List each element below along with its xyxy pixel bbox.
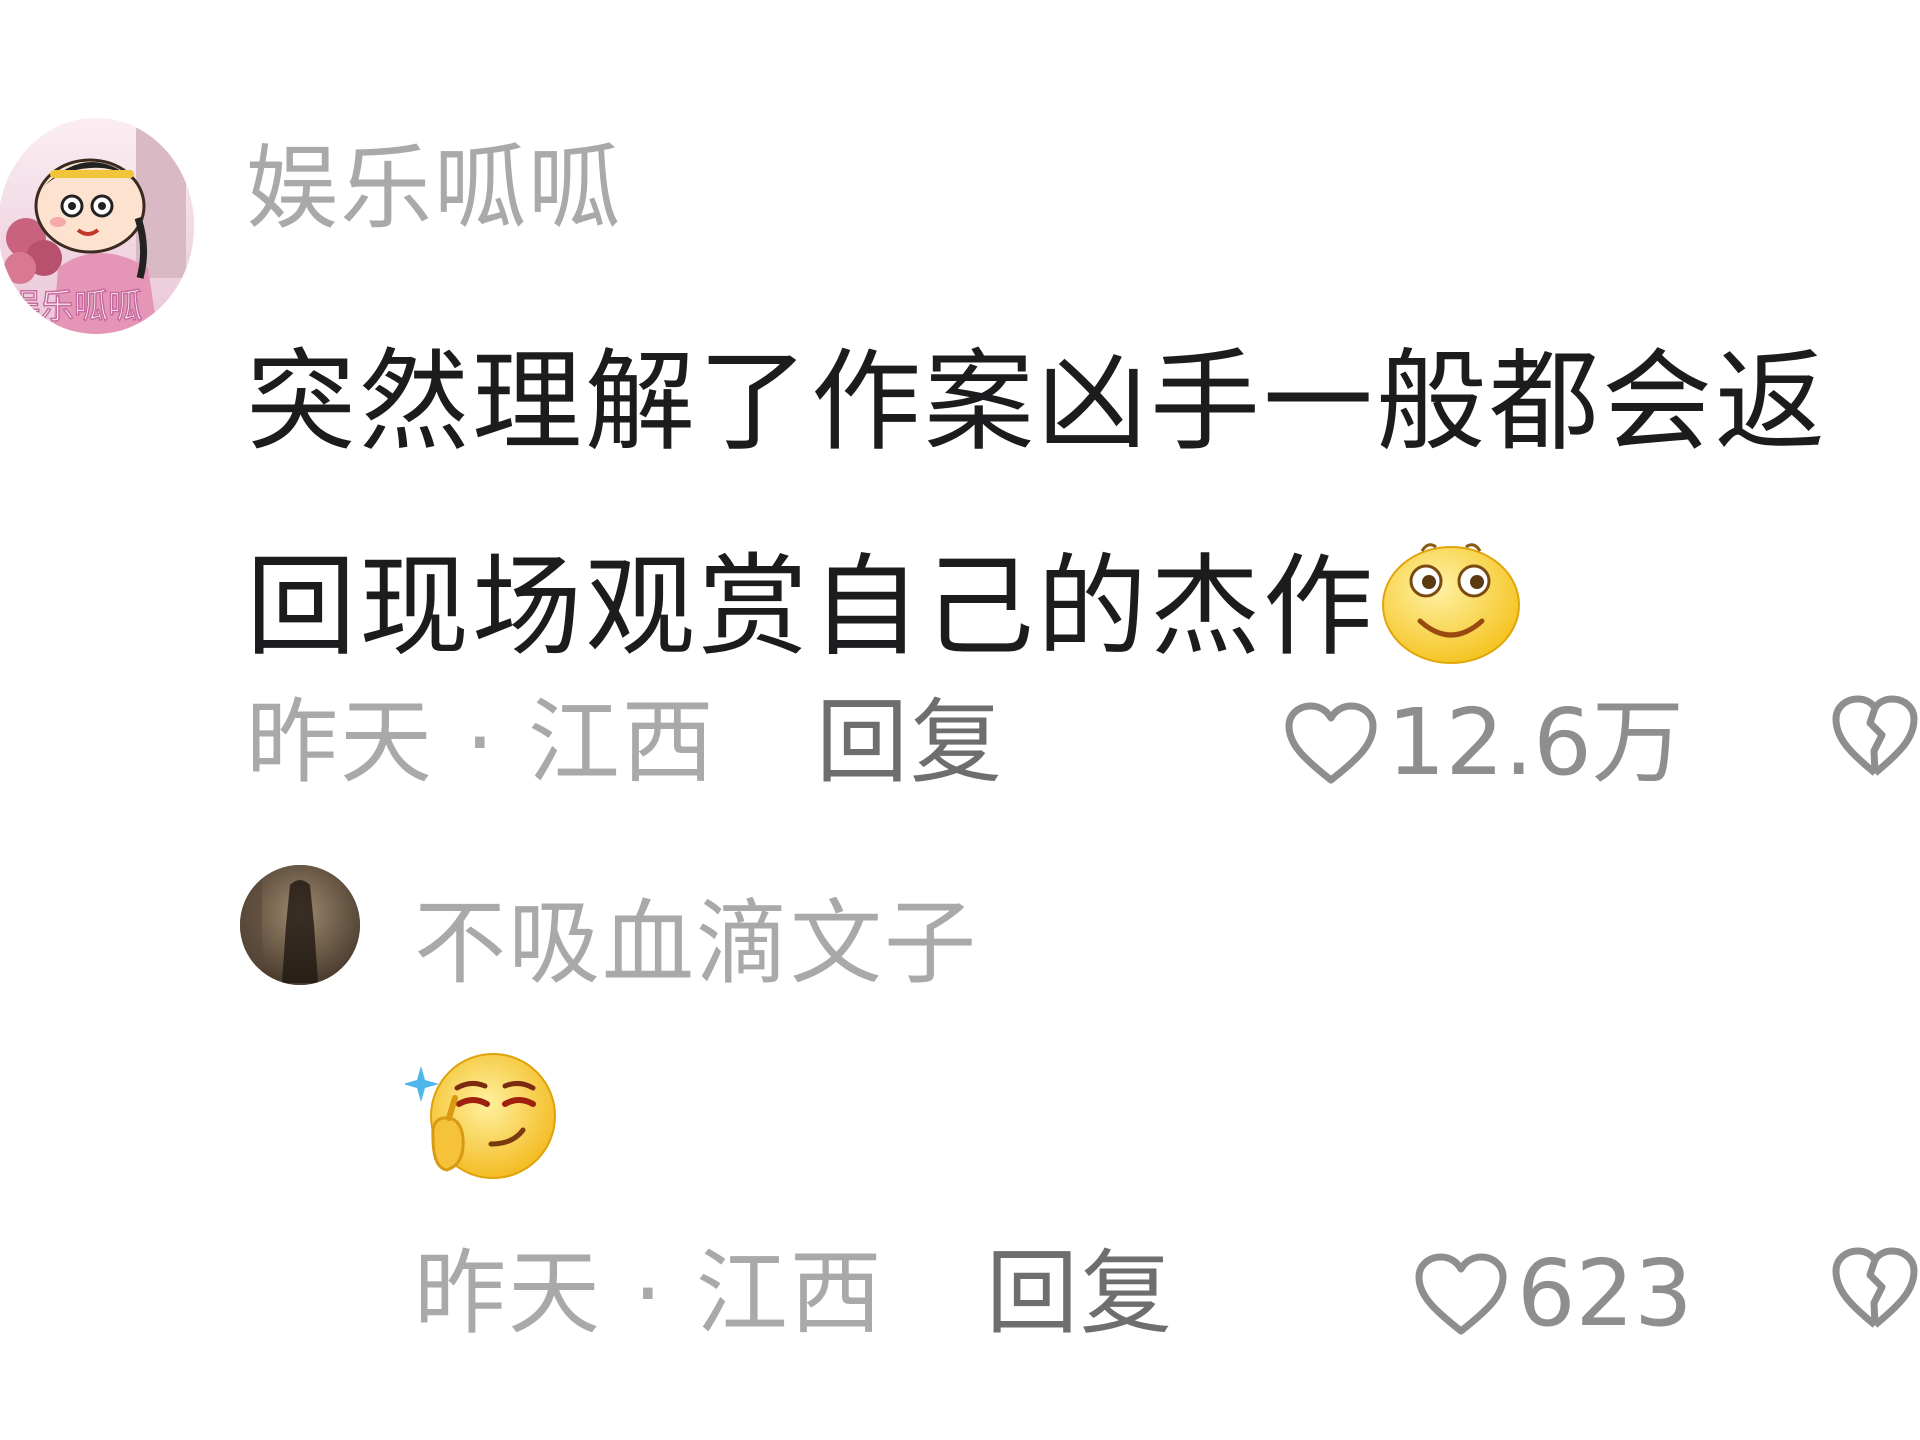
broken-heart-icon[interactable] <box>1830 693 1920 779</box>
avatar-image: 娱乐呱呱 <box>0 118 194 334</box>
comment-username[interactable]: 娱乐呱呱 <box>246 143 622 235</box>
reply-username[interactable]: 不吸血滴文子 <box>414 898 978 990</box>
heart-outline-icon <box>1285 702 1377 784</box>
reply-like-button[interactable]: 623 <box>1413 1248 1693 1340</box>
avatar[interactable]: 娱乐呱呱 <box>0 118 194 334</box>
reply-like-count: 623 <box>1517 1240 1693 1347</box>
smile-emoji-icon <box>1382 543 1520 664</box>
avatar-label: 娱乐呱呱 <box>6 287 142 327</box>
thinking-smirk-emoji-icon <box>405 1053 556 1179</box>
like-count: 12.6万 <box>1387 689 1684 796</box>
reply-avatar-image <box>240 865 360 985</box>
heart-outline-icon <box>1415 1253 1507 1335</box>
comment-timestamp-location: 昨天 · 江西 <box>246 689 716 796</box>
reply-timestamp-location: 昨天 · 江西 <box>414 1240 884 1347</box>
like-button[interactable]: 12.6万 <box>1283 697 1684 789</box>
reply-reply-button[interactable]: 回复 <box>986 1248 1174 1340</box>
broken-heart-icon[interactable] <box>1830 1245 1920 1331</box>
comment-body: 突然理解了作案凶手一般都会返回现场观赏自己的杰作 <box>246 300 1886 710</box>
reply-button[interactable]: 回复 <box>816 697 1004 789</box>
comment-text: 突然理解了作案凶手一般都会返回现场观赏自己的杰作 <box>246 338 1828 671</box>
reply-avatar[interactable] <box>240 865 360 985</box>
